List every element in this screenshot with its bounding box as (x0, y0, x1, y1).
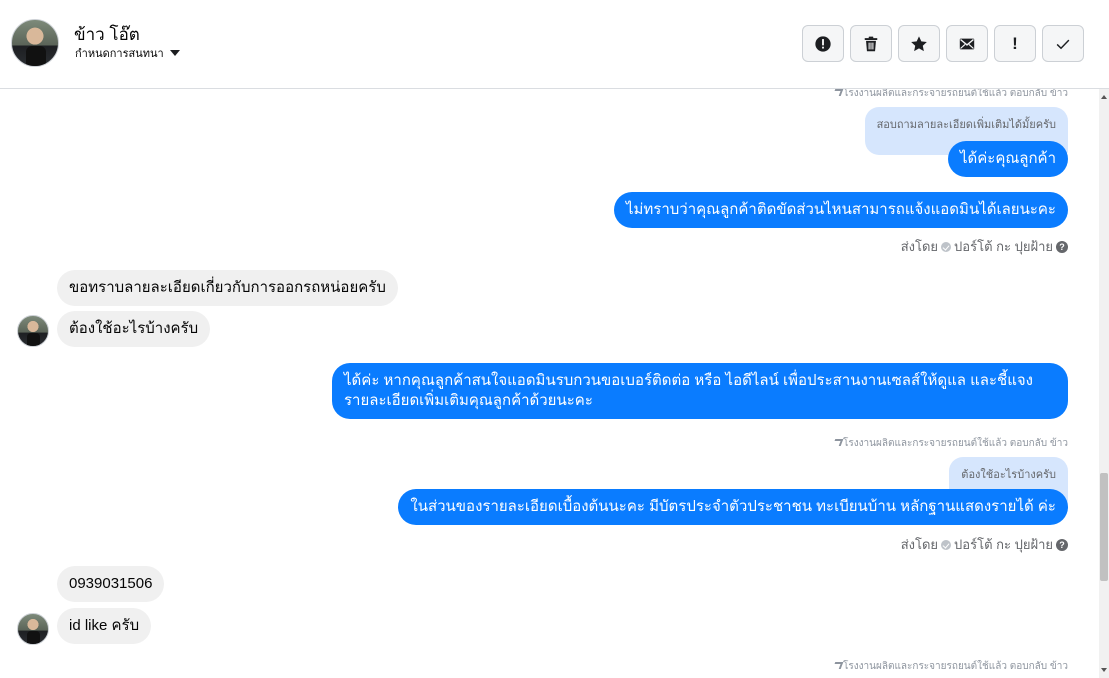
delete-button[interactable] (850, 25, 892, 62)
alert-circle-icon (815, 35, 831, 52)
star-button[interactable] (898, 25, 940, 62)
verified-icon (941, 241, 952, 252)
help-icon[interactable]: ? (1056, 240, 1068, 253)
assign-conversation-dropdown[interactable]: กำหนดการสนทนา (75, 44, 180, 62)
sender-name[interactable]: ปอร์โต้ กะ ปุยฝ้าย (954, 236, 1053, 257)
outgoing-message[interactable]: ในส่วนของรายละเอียดเบื้องต้นนะคะ มีบัตรป… (398, 489, 1068, 525)
message-thread[interactable]: โรงงานผลิตและกระจายรถยนต์ใช้แล้ว ตอบกลับ… (0, 89, 1099, 678)
thread-scrollbar[interactable] (1099, 89, 1109, 678)
conversation-header: ข้าว โอ๊ต กำหนดการสนทนา ! (0, 0, 1109, 89)
sent-by-label: ส่งโดย (900, 537, 939, 552)
reply-context-meta: โรงงานผลิตและกระจายรถยนต์ใช้แล้ว ตอบกลับ… (832, 436, 1068, 451)
scrollbar-thumb[interactable] (1100, 473, 1108, 581)
mark-unread-button[interactable] (946, 25, 988, 62)
outgoing-message[interactable]: ไม่ทราบว่าคุณลูกค้าติดขัดส่วนไหนสามารถแจ… (613, 192, 1068, 228)
reply-arrow-icon (832, 439, 844, 446)
incoming-message[interactable]: ขอทราบลายละเอียดเกี่ยวกับการออกรถหน่อยคร… (57, 270, 398, 306)
outgoing-message[interactable]: ได้ค่ะ หากคุณลูกค้าสนใจแอดมินรบกวนขอเบอร… (332, 363, 1068, 419)
priority-button[interactable]: ! (994, 25, 1036, 62)
incoming-message[interactable]: id like ครับ (57, 608, 152, 644)
check-icon (1056, 39, 1070, 49)
exclamation-icon: ! (1012, 33, 1018, 53)
star-icon (911, 35, 927, 51)
assign-conversation-label: กำหนดการสนทนา (75, 48, 164, 60)
done-button[interactable] (1042, 25, 1084, 62)
verified-icon (941, 539, 952, 550)
conversation-toolbar: ! (802, 25, 1084, 62)
incoming-message[interactable]: 0939031506 (57, 566, 165, 602)
sender-name[interactable]: ปอร์โต้ กะ ปุยฝ้าย (954, 534, 1053, 555)
sent-by-label: ส่งโดย (900, 239, 939, 254)
reply-arrow-icon (832, 89, 844, 96)
envelope-icon (959, 38, 975, 49)
scroll-down-icon[interactable] (1101, 668, 1107, 672)
contact-avatar[interactable] (11, 19, 59, 67)
trash-icon (864, 36, 878, 51)
sent-by-info: ส่งโดย ปอร์โต้ กะ ปุยฝ้าย ? (901, 534, 1068, 555)
reply-context-meta: โรงงานผลิตและกระจายรถยนต์ใช้แล้ว ตอบกลับ… (832, 89, 1068, 101)
help-icon[interactable]: ? (1056, 538, 1068, 551)
incoming-message[interactable]: ต้องใช้อะไรบ้างครับ (57, 311, 211, 347)
scroll-up-icon[interactable] (1101, 95, 1107, 99)
contact-avatar-small[interactable] (17, 613, 49, 645)
caret-down-icon (169, 50, 180, 56)
mark-spam-button[interactable] (802, 25, 844, 62)
outgoing-message[interactable]: ได้ค่ะคุณลูกค้า (947, 141, 1068, 177)
contact-avatar-small[interactable] (17, 315, 49, 347)
reply-context-meta: โรงงานผลิตและกระจายรถยนต์ใช้แล้ว ตอบกลับ… (832, 659, 1068, 674)
reply-arrow-icon (832, 662, 844, 669)
sent-by-info: ส่งโดย ปอร์โต้ กะ ปุยฝ้าย ? (901, 236, 1068, 257)
